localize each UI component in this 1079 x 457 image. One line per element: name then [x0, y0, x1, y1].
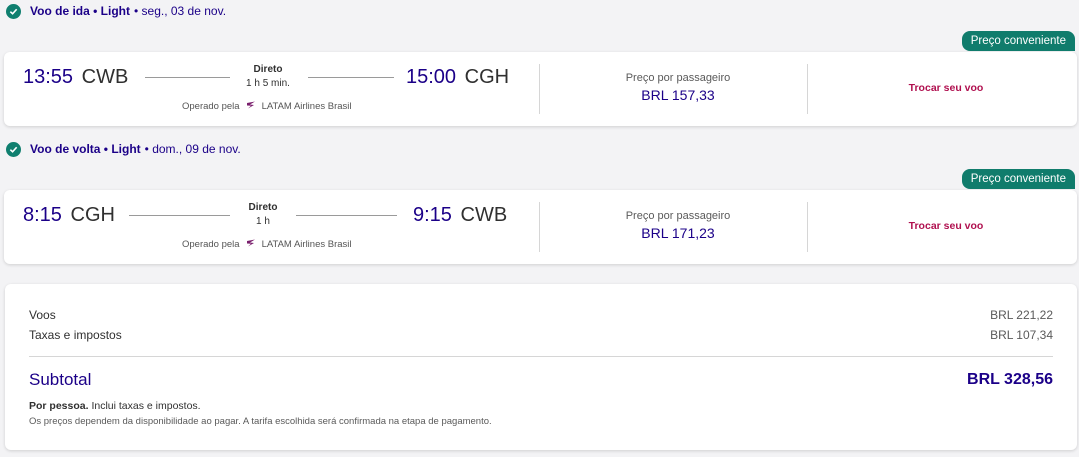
arrival-airport: CGH	[464, 66, 510, 88]
arrival: 15:00 CGH	[406, 66, 509, 89]
check-circle-icon	[6, 3, 21, 19]
summary-divider	[29, 356, 1053, 357]
divider	[807, 64, 808, 114]
arrival: 9:15 CWB	[413, 204, 507, 227]
flights-value: BRL 221,22	[990, 308, 1053, 322]
taxes-value: BRL 107,34	[990, 328, 1053, 342]
departure-airport: CWB	[81, 66, 129, 88]
convenient-price-badge: Preço conveniente	[961, 169, 1075, 189]
return-header: Voo de volta • Light • dom., 09 de nov.	[6, 139, 241, 159]
latam-logo-icon	[246, 100, 256, 113]
flight-duration-info: Direto 1 h 5 min.	[238, 64, 298, 90]
price-per-passenger: Preço por passageiro BRL 157,33	[544, 72, 812, 103]
duration-label: 1 h	[256, 216, 270, 227]
flights-row: Voos BRL 221,22	[29, 308, 1053, 322]
change-flight-button[interactable]: Trocar seu voo	[812, 220, 1079, 232]
departure-time: 13:55	[23, 66, 74, 88]
route-line-right	[308, 77, 394, 78]
operated-by: Operado pela LATAM Airlines Brasil	[182, 238, 352, 251]
airline-name: LATAM Airlines Brasil	[261, 101, 352, 112]
return-title: Voo de volta • Light	[30, 142, 141, 156]
outbound-header: Voo de ida • Light • seg., 03 de nov.	[6, 1, 226, 21]
departure-time: 8:15	[23, 204, 62, 226]
departure: 8:15 CGH	[23, 204, 115, 227]
airline-name: LATAM Airlines Brasil	[261, 239, 352, 250]
per-person-note: Por pessoa. Inclui taxas e impostos.	[29, 400, 201, 412]
operated-by: Operado pela LATAM Airlines Brasil	[182, 100, 352, 113]
divider	[539, 202, 540, 252]
per-person-label: Por pessoa.	[29, 400, 89, 412]
arrival-time: 9:15	[413, 204, 452, 226]
arrival-airport: CWB	[460, 204, 508, 226]
convenient-price-badge: Preço conveniente	[961, 31, 1075, 51]
price-label: Preço por passageiro	[625, 210, 731, 222]
route-line-left	[145, 77, 230, 78]
departure: 13:55 CWB	[23, 66, 128, 89]
arrival-time: 15:00	[406, 66, 457, 88]
price-summary: Voos BRL 221,22 Taxas e impostos BRL 107…	[5, 284, 1077, 450]
divider	[807, 202, 808, 252]
operated-by-label: Operado pela	[182, 239, 240, 250]
flight-duration-info: Direto 1 h	[233, 202, 293, 228]
change-flight-button[interactable]: Trocar seu voo	[812, 82, 1079, 94]
outbound-flight-card: Preço conveniente 13:55 CWB Direto 1 h 5…	[4, 31, 1079, 126]
taxes-label: Taxas e impostos	[29, 328, 122, 342]
departure-airport: CGH	[70, 204, 115, 226]
flights-label: Voos	[29, 308, 56, 322]
route-line-left	[129, 215, 230, 216]
return-flight-card: Preço conveniente 8:15 CGH Direto 1 h 9:…	[4, 169, 1079, 264]
stops-label: Direto	[248, 202, 278, 213]
return-date: • dom., 09 de nov.	[144, 142, 241, 156]
subtotal-value: BRL 328,56	[967, 371, 1053, 388]
route-line-right	[296, 215, 397, 216]
includes-taxes-label: Inclui taxas e impostos.	[91, 400, 201, 412]
price-per-passenger: Preço por passageiro BRL 171,23	[544, 210, 812, 241]
stops-label: Direto	[253, 64, 283, 75]
outbound-date: • seg., 03 de nov.	[133, 4, 227, 18]
divider	[539, 64, 540, 114]
price-label: Preço por passageiro	[625, 72, 731, 84]
latam-logo-icon	[246, 238, 256, 251]
duration-label: 1 h 5 min.	[246, 78, 290, 89]
operated-by-label: Operado pela	[182, 101, 240, 112]
check-circle-icon	[6, 141, 21, 157]
price-value: BRL 171,23	[641, 225, 715, 241]
subtotal-label: Subtotal	[29, 370, 92, 389]
price-value: BRL 157,33	[641, 87, 715, 103]
price-disclaimer: Os preços dependem da disponibilidade ao…	[29, 416, 492, 427]
taxes-row: Taxas e impostos BRL 107,34	[29, 328, 1053, 342]
outbound-title: Voo de ida • Light	[30, 4, 130, 18]
